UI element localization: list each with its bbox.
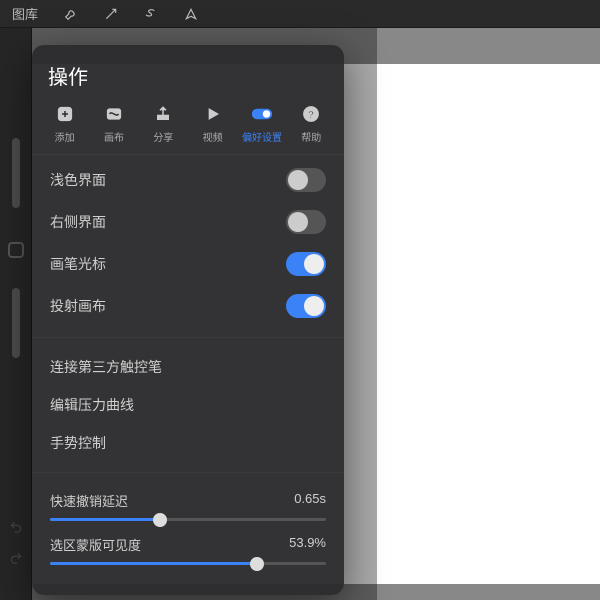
row-brush-cursor[interactable]: 画笔光标 bbox=[32, 243, 344, 285]
tab-label: 视频 bbox=[203, 129, 223, 144]
modify-button[interactable] bbox=[8, 242, 24, 258]
slider-value: 53.9% bbox=[289, 535, 326, 554]
tab-label: 添加 bbox=[55, 129, 75, 144]
opacity-slider[interactable] bbox=[12, 288, 20, 358]
brush-size-slider[interactable] bbox=[12, 138, 20, 208]
prefs-links-section: 连接第三方触控笔 编辑压力曲线 手势控制 bbox=[32, 344, 344, 466]
help-icon: ? bbox=[301, 104, 321, 124]
panel-tabs: 添加 画布 分享 视频 偏好设置 ? bbox=[32, 100, 344, 155]
row-label: 投射画布 bbox=[50, 296, 106, 316]
wand-icon[interactable] bbox=[104, 7, 118, 21]
tab-canvas[interactable]: 画布 bbox=[91, 104, 137, 144]
undo-icon[interactable] bbox=[9, 520, 23, 539]
toggle-light-interface[interactable] bbox=[286, 168, 326, 192]
prefs-toggle-section: 浅色界面 右侧界面 画笔光标 投射画布 bbox=[32, 155, 344, 331]
toggle-icon bbox=[252, 104, 272, 124]
cursor-icon[interactable] bbox=[184, 7, 198, 21]
row-label: 右侧界面 bbox=[50, 212, 106, 232]
toggle-brush-cursor[interactable] bbox=[286, 252, 326, 276]
tab-share[interactable]: 分享 bbox=[140, 104, 186, 144]
row-pressure-curve[interactable]: 编辑压力曲线 bbox=[32, 386, 344, 424]
toggle-project-canvas[interactable] bbox=[286, 294, 326, 318]
tab-label: 偏好设置 bbox=[242, 129, 282, 144]
slider-undo-delay[interactable] bbox=[50, 518, 326, 521]
tab-video[interactable]: 视频 bbox=[190, 104, 236, 144]
play-icon bbox=[203, 104, 223, 124]
slider-value: 0.65s bbox=[294, 491, 326, 510]
row-label: 浅色界面 bbox=[50, 170, 106, 190]
slider-label: 选区蒙版可见度 bbox=[50, 535, 141, 554]
row-undo-delay[interactable]: 快速撤销延迟 0.65s bbox=[32, 483, 344, 527]
panel-title: 操作 bbox=[32, 57, 344, 100]
top-toolbar: 图库 bbox=[0, 0, 600, 28]
slider-label: 快速撤销延迟 bbox=[50, 491, 128, 510]
svg-text:?: ? bbox=[308, 109, 314, 121]
divider bbox=[32, 337, 344, 338]
toggle-right-interface[interactable] bbox=[286, 210, 326, 234]
plus-square-icon bbox=[55, 104, 75, 124]
row-selection-visibility[interactable]: 选区蒙版可见度 53.9% bbox=[32, 527, 344, 571]
wrench-icon[interactable] bbox=[64, 7, 78, 21]
s-icon[interactable] bbox=[144, 7, 158, 21]
row-gesture-controls[interactable]: 手势控制 bbox=[32, 424, 344, 462]
tab-help[interactable]: ? 帮助 bbox=[288, 104, 334, 144]
actions-panel: 操作 添加 画布 分享 视频 bbox=[32, 45, 344, 595]
row-label: 画笔光标 bbox=[50, 254, 106, 274]
row-right-interface[interactable]: 右侧界面 bbox=[32, 201, 344, 243]
row-project-canvas[interactable]: 投射画布 bbox=[32, 285, 344, 327]
row-label: 编辑压力曲线 bbox=[50, 395, 134, 415]
row-third-party-stylus[interactable]: 连接第三方触控笔 bbox=[32, 348, 344, 386]
tab-label: 画布 bbox=[104, 129, 124, 144]
tab-prefs[interactable]: 偏好设置 bbox=[239, 104, 285, 144]
row-light-interface[interactable]: 浅色界面 bbox=[32, 159, 344, 201]
canvas-icon bbox=[104, 104, 124, 124]
redo-icon[interactable] bbox=[9, 551, 23, 570]
share-icon bbox=[153, 104, 173, 124]
prefs-sliders-section: 快速撤销延迟 0.65s 选区蒙版可见度 53.9% bbox=[32, 479, 344, 575]
gallery-button[interactable]: 图库 bbox=[12, 4, 38, 23]
tab-add[interactable]: 添加 bbox=[42, 104, 88, 144]
divider bbox=[32, 472, 344, 473]
row-label: 连接第三方触控笔 bbox=[50, 357, 162, 377]
tab-label: 帮助 bbox=[301, 129, 321, 144]
left-sidebar bbox=[0, 28, 32, 600]
slider-selection-visibility[interactable] bbox=[50, 562, 326, 565]
tab-label: 分享 bbox=[153, 129, 173, 144]
row-label: 手势控制 bbox=[50, 433, 106, 453]
